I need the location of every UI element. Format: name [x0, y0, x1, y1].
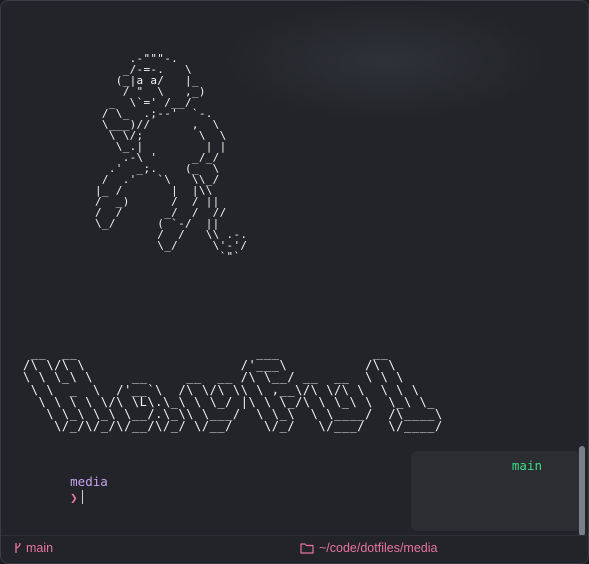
shell-prompt[interactable]: media ❯ [25, 458, 108, 522]
status-bar: main ~/code/dotfiles/media [1, 535, 588, 563]
scrollbar-thumb[interactable] [579, 446, 585, 536]
status-path-label: ~/code/dotfiles/media [319, 541, 438, 555]
git-branch-icon [14, 542, 21, 554]
status-branch-label: main [26, 541, 54, 555]
status-path[interactable]: ~/code/dotfiles/media [300, 541, 437, 555]
folder-icon [300, 542, 314, 554]
ascii-art-figure: .-"""-. _/-=-. \ (_|a a/ |_ / " \ ,_) _ … [95, 52, 248, 263]
text-cursor [81, 490, 83, 504]
ascii-art-banner: __ __ ___ __ /\ \/\ \ /'___\ /\ \ \ \ \_… [23, 346, 443, 434]
prompt-directory: media [70, 474, 108, 489]
prompt-git-branch: main [511, 458, 542, 473]
prompt-arrow-icon: ❯ [70, 490, 78, 505]
terminal-viewport[interactable]: .-"""-. _/-=-. \ (_|a a/ |_ / " \ ,_) _ … [1, 1, 588, 563]
status-branch[interactable]: main [14, 541, 53, 555]
terminal-window: .-"""-. _/-=-. \ (_|a a/ |_ / " \ ,_) _ … [0, 0, 589, 564]
